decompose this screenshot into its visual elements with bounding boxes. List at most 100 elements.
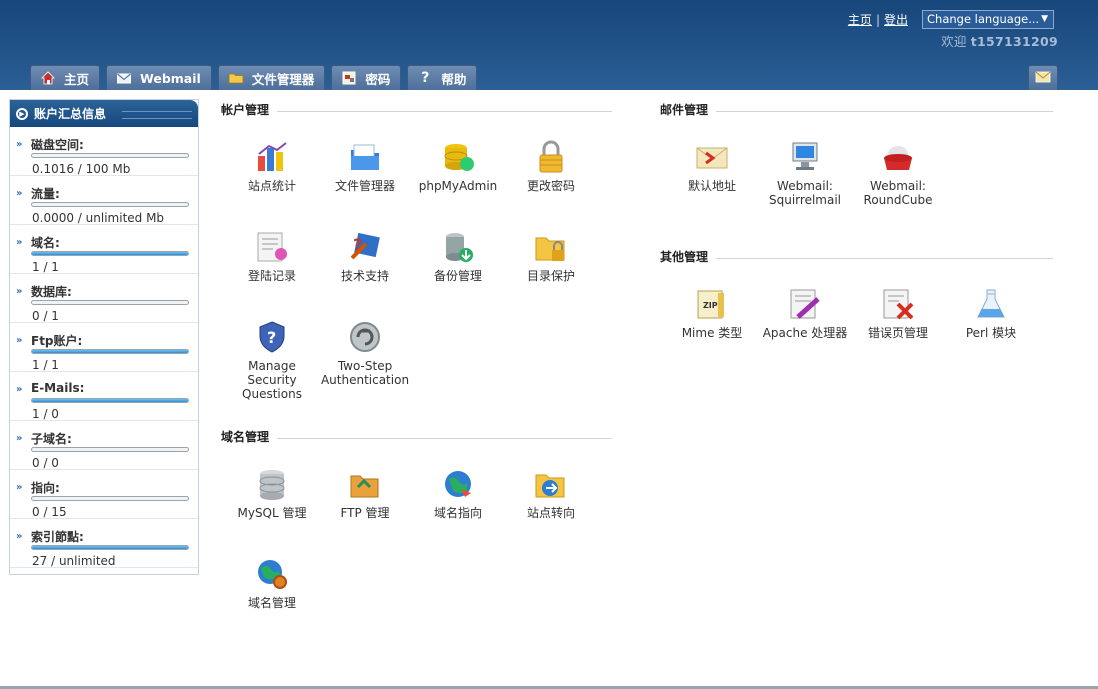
site-stats-icon xyxy=(254,139,290,175)
tab-home[interactable]: 主页 xyxy=(30,65,101,90)
tool-site-stats[interactable]: 站点统计 xyxy=(226,139,318,193)
language-select[interactable]: Change language... ▼ xyxy=(922,10,1054,29)
header-bar: 主页 | 登出 Change language... ▼ 欢迎 t15713120… xyxy=(0,0,1098,90)
tool-label: phpMyAdmin xyxy=(418,179,498,193)
divider xyxy=(277,437,612,439)
arrow-circle-icon: ▶ xyxy=(16,107,28,120)
tab-label: 文件管理器 xyxy=(251,71,315,87)
tool-label: 文件管理器 xyxy=(334,179,395,193)
section-domain-title: 域名管理 xyxy=(221,429,612,444)
double-chevron-icon: » xyxy=(16,237,23,248)
chevron-down-icon: ▼ xyxy=(1041,14,1048,24)
squirrelmail-icon xyxy=(787,139,823,175)
tool-apache-handler[interactable]: Apache 处理器 xyxy=(759,286,851,340)
panel-header: ▶ 账户汇总信息 xyxy=(10,100,198,127)
stat-value: 27 / unlimited xyxy=(32,554,116,568)
usage-bar xyxy=(31,398,189,403)
tool-perl-module[interactable]: Perl 模块 xyxy=(945,286,1037,340)
tool-phpmyadmin[interactable]: phpMyAdmin xyxy=(412,139,504,193)
usage-bar xyxy=(31,349,189,354)
section-title: 域名管理 xyxy=(221,429,270,444)
tool-login-log[interactable]: 登陆记录 xyxy=(226,229,318,283)
backup-icon xyxy=(440,229,476,265)
tool-label: 站点统计 xyxy=(247,179,296,193)
folder-icon xyxy=(228,70,244,86)
tool-label: 目录保护 xyxy=(526,269,575,283)
tool-squirrelmail[interactable]: Webmail: Squirrelmail xyxy=(759,139,851,207)
stat-row: » 流量: 0.0000 / unlimited Mb xyxy=(10,176,198,225)
logout-link[interactable]: 登出 xyxy=(884,11,908,28)
tool-backup[interactable]: 备份管理 xyxy=(412,229,504,283)
home-link[interactable]: 主页 xyxy=(848,11,872,28)
tool-security-shield[interactable]: ? Manage Security Questions xyxy=(226,319,318,401)
stat-row: » 子域名: 0 / 0 xyxy=(10,421,198,470)
stat-value: 0 / 15 xyxy=(32,505,67,519)
stat-label: 指向: xyxy=(31,481,60,495)
tool-globe-gear[interactable]: 域名管理 xyxy=(226,556,318,610)
stat-row: » 域名: 1 / 1 xyxy=(10,225,198,274)
redirect-icon xyxy=(533,466,569,502)
tool-file-manager[interactable]: 文件管理器 xyxy=(319,139,411,193)
double-chevron-icon: » xyxy=(16,139,23,150)
main-tabs: 主页 Webmail 文件管理器 密码 ? 帮助 xyxy=(30,65,483,90)
stat-label: E-Mails: xyxy=(31,381,85,395)
tool-ftp-folder[interactable]: FTP 管理 xyxy=(319,466,411,520)
domain-pointer-icon xyxy=(440,466,476,502)
tab-label: 帮助 xyxy=(441,71,467,87)
tab-label: 主页 xyxy=(64,71,90,87)
usage-bar-fill xyxy=(32,546,188,549)
section-account-title: 帐户管理 xyxy=(221,102,612,117)
double-chevron-icon: » xyxy=(16,482,23,493)
tool-error-page[interactable]: 错误页管理 xyxy=(852,286,944,340)
section-title: 其他管理 xyxy=(660,249,709,264)
stat-value: 1 / 0 xyxy=(32,407,59,421)
tool-two-step[interactable]: Two-Step Authentication xyxy=(319,319,411,387)
double-chevron-icon: » xyxy=(16,531,23,542)
tool-database[interactable]: MySQL 管理 xyxy=(226,466,318,520)
tool-label: Webmail: RoundCube xyxy=(863,179,933,207)
tool-label: 域名指向 xyxy=(433,506,482,520)
usage-bar xyxy=(31,447,189,452)
account-summary-panel: ▶ 账户汇总信息 » 磁盘空间: 0.1016 / 100 Mb » 流量: 0.0000… xyxy=(9,99,199,575)
double-chevron-icon: » xyxy=(16,384,23,395)
home-icon xyxy=(40,70,56,86)
section-mail-title: 邮件管理 xyxy=(660,102,1053,117)
tool-lock[interactable]: 更改密码 xyxy=(505,139,597,193)
tool-label: 错误页管理 xyxy=(867,326,928,340)
stat-row: » 磁盘空间: 0.1016 / 100 Mb xyxy=(10,127,198,176)
error-page-icon xyxy=(880,286,916,322)
tool-roundcube[interactable]: Webmail: RoundCube xyxy=(852,139,944,207)
stat-value: 1 / 1 xyxy=(32,260,59,274)
mail-notify-button[interactable] xyxy=(1028,65,1058,90)
key-icon xyxy=(341,70,357,86)
tab-label: 密码 xyxy=(365,71,391,87)
tab-label: Webmail xyxy=(140,70,201,86)
tool-support[interactable]: ? 技术支持 xyxy=(319,229,411,283)
apache-handler-icon xyxy=(787,286,823,322)
stat-row: » 指向: 0 / 15 xyxy=(10,470,198,519)
tab-help[interactable]: ? 帮助 xyxy=(407,65,478,90)
header-decoration xyxy=(122,111,192,119)
section-title: 帐户管理 xyxy=(221,102,270,117)
usage-bar-fill xyxy=(32,252,188,255)
double-chevron-icon: » xyxy=(16,433,23,444)
tool-label: FTP 管理 xyxy=(340,506,390,520)
section-other-title: 其他管理 xyxy=(660,249,1053,264)
tool-label: 域名管理 xyxy=(247,596,296,610)
tool-default-address[interactable]: 默认地址 xyxy=(666,139,758,193)
usage-bar xyxy=(31,153,189,158)
tab-webmail[interactable]: Webmail xyxy=(106,65,212,90)
tool-domain-pointer[interactable]: 域名指向 xyxy=(412,466,504,520)
tool-redirect[interactable]: 站点转向 xyxy=(505,466,597,520)
tool-mime[interactable]: ZIP Mime 类型 xyxy=(666,286,758,340)
divider xyxy=(277,110,612,112)
stat-row: » 索引節點: 27 / unlimited xyxy=(10,519,198,568)
stat-label: Ftp账户: xyxy=(31,334,83,348)
usage-bar xyxy=(31,251,189,256)
tab-password[interactable]: 密码 xyxy=(331,65,402,90)
welcome-text: 欢迎 t157131209 xyxy=(941,31,1058,50)
tool-folder-lock[interactable]: 目录保护 xyxy=(505,229,597,283)
database-icon xyxy=(254,466,290,502)
tab-file-manager[interactable]: 文件管理器 xyxy=(217,65,326,90)
default-address-icon xyxy=(694,139,730,175)
